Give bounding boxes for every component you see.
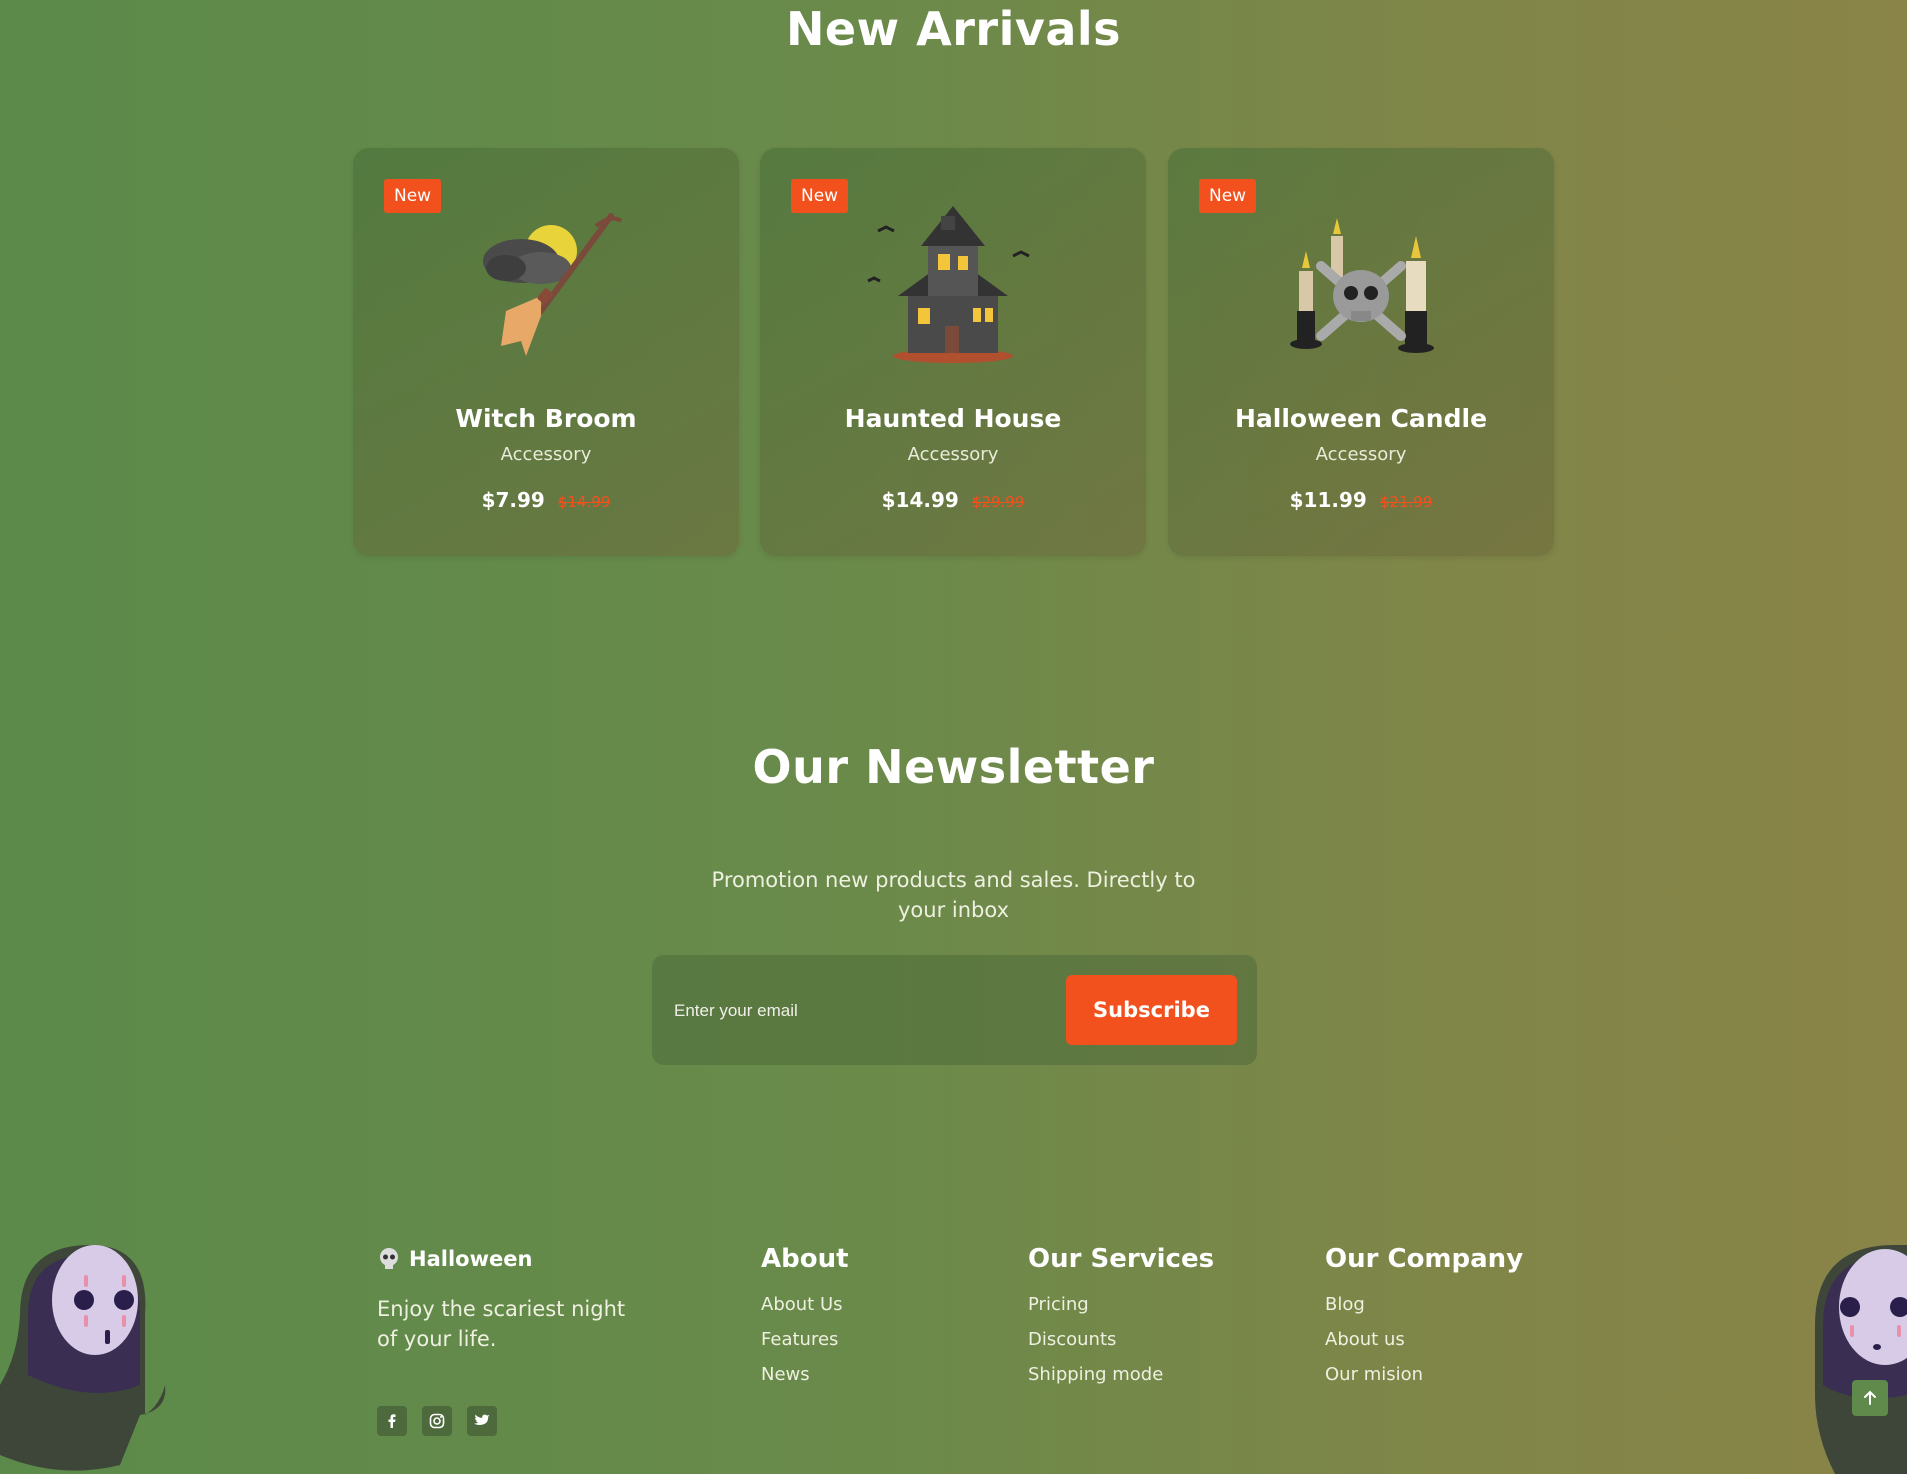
- footer-link-discounts[interactable]: Discounts: [1028, 1329, 1214, 1350]
- product-name[interactable]: Haunted House: [760, 404, 1146, 433]
- product-card-haunted-house[interactable]: New Haunted House Accessory $14.99 $29.9…: [760, 148, 1146, 556]
- footer-link-features[interactable]: Features: [761, 1329, 849, 1350]
- product-old-price: $21.99: [1379, 493, 1433, 511]
- ghost-mask-icon: [1815, 1245, 1907, 1474]
- product-category: Accessory: [907, 444, 999, 465]
- product-price: $11.99: [1289, 488, 1367, 512]
- footer-link-shipping-mode[interactable]: Shipping mode: [1028, 1364, 1214, 1385]
- product-old-price: $14.99: [557, 493, 611, 511]
- skull-icon: [380, 1248, 398, 1269]
- newsletter-description: Promotion new products and sales. Direct…: [711, 868, 1196, 922]
- footer-link-our-mision[interactable]: Our mision: [1325, 1364, 1523, 1385]
- product-price: $7.99: [481, 488, 545, 512]
- product-prices: $7.99 $14.99: [353, 488, 739, 512]
- arrow-up-icon: [1864, 1390, 1876, 1405]
- product-prices: $11.99 $21.99: [1168, 488, 1554, 512]
- footer-column-title: Our Services: [1028, 1244, 1215, 1274]
- instagram-icon[interactable]: [422, 1406, 452, 1436]
- new-badge: New: [384, 179, 442, 213]
- product-category: Accessory: [500, 444, 592, 465]
- footer-column-services: Our Services Pricing Discounts Shipping …: [1028, 1244, 1214, 1399]
- product-name[interactable]: Halloween Candle: [1168, 404, 1554, 433]
- footer-column-title: About: [761, 1244, 849, 1274]
- footer-link-blog[interactable]: Blog: [1325, 1294, 1523, 1315]
- footer-link-pricing[interactable]: Pricing: [1028, 1294, 1214, 1315]
- halloween-candle-icon: [1290, 218, 1434, 353]
- section-title: Our Newsletter: [752, 740, 1155, 794]
- twitter-icon[interactable]: [467, 1406, 497, 1436]
- email-input[interactable]: [672, 983, 1046, 1039]
- product-price: $14.99: [881, 488, 959, 512]
- footer-brand[interactable]: Halloween: [377, 1247, 532, 1271]
- haunted-house-icon: [867, 206, 1030, 363]
- footer-link-about-us[interactable]: About Us: [761, 1294, 849, 1315]
- footer-column-company: Our Company Blog About us Our mision: [1325, 1244, 1523, 1399]
- new-badge: New: [791, 179, 849, 213]
- footer-link-news[interactable]: News: [761, 1364, 849, 1385]
- brand-name: Halloween: [409, 1247, 533, 1271]
- product-prices: $14.99 $29.99: [760, 488, 1146, 512]
- footer-column-about: About About Us Features News: [761, 1244, 849, 1399]
- product-name[interactable]: Witch Broom: [353, 404, 739, 433]
- scroll-to-top-button[interactable]: [1852, 1380, 1888, 1416]
- subscribe-button[interactable]: Subscribe: [1066, 975, 1237, 1045]
- product-old-price: $29.99: [971, 493, 1025, 511]
- product-category: Accessory: [1315, 444, 1407, 465]
- footer-column-title: Our Company: [1325, 1244, 1524, 1274]
- footer-tagline: Enjoy the scariest night of your life.: [377, 1297, 626, 1351]
- product-card-witch-broom[interactable]: New Witch Broom Accessory $7.99 $14.99: [353, 148, 739, 556]
- facebook-icon[interactable]: [377, 1406, 407, 1436]
- new-badge: New: [1199, 179, 1257, 213]
- footer-link-about-us-company[interactable]: About us: [1325, 1329, 1523, 1350]
- section-title: New Arrivals: [785, 2, 1122, 56]
- ghost-mask-icon: [0, 1245, 166, 1471]
- witch-broom-icon: [483, 213, 623, 356]
- newsletter-form: Subscribe: [652, 955, 1257, 1065]
- product-card-halloween-candle[interactable]: New Halloween Candle Accessory $11.99 $2…: [1168, 148, 1554, 556]
